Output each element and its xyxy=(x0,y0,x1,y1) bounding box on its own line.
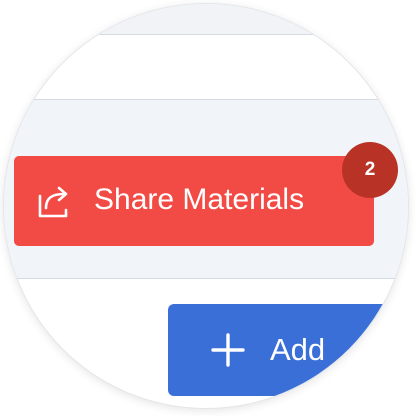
share-materials-label: Share Materials xyxy=(94,183,305,216)
magnified-view: Share Materials 2 Add xyxy=(4,4,408,408)
share-materials-button[interactable]: Share Materials xyxy=(14,156,374,246)
share-export-icon xyxy=(38,186,68,218)
add-label: Add xyxy=(270,332,326,367)
notification-count-badge: 2 xyxy=(342,142,398,198)
add-button[interactable]: Add xyxy=(168,304,408,396)
top-panel-edge xyxy=(4,4,408,35)
plus-icon xyxy=(211,333,245,367)
